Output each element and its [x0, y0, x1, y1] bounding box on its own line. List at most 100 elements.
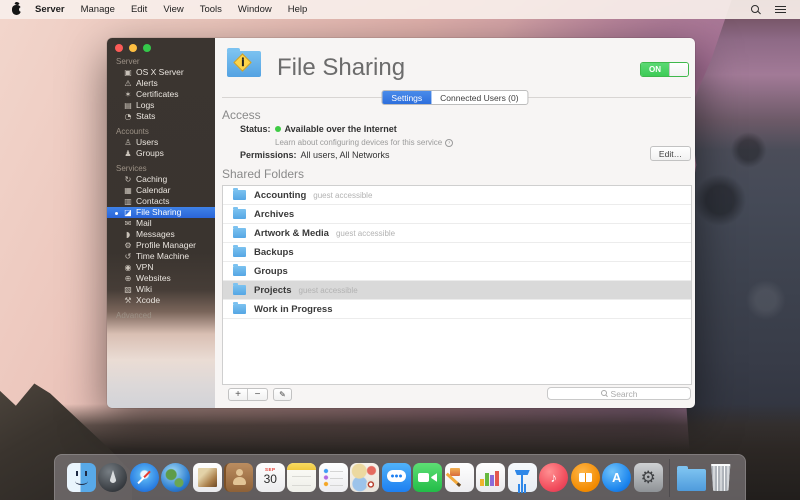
status-help-text: Learn about configuring devices for this…	[275, 138, 442, 147]
sidebar-item-vpn[interactable]: ◉VPN	[107, 262, 215, 273]
table-row-backups[interactable]: Backups	[223, 243, 691, 262]
menu-view[interactable]: View	[155, 4, 191, 15]
menu-server[interactable]: Server	[27, 4, 73, 15]
toggle-on-label: ON	[641, 63, 669, 76]
table-row-artwork-media[interactable]: Artwork & Mediaguest accessible	[223, 224, 691, 243]
dock-finder-icon[interactable]	[67, 463, 96, 492]
table-row-archives[interactable]: Archives	[223, 205, 691, 224]
sidebar-item-caching[interactable]: ↻Caching	[107, 174, 215, 185]
guest-badge: guest accessible	[299, 286, 358, 295]
dock-ibooks-icon[interactable]	[571, 463, 600, 492]
shared-folders-heading: Shared Folders	[222, 167, 304, 181]
table-row-groups[interactable]: Groups	[223, 262, 691, 281]
close-button[interactable]	[115, 44, 123, 52]
guest-badge: guest accessible	[313, 191, 372, 200]
sidebar-item-alerts[interactable]: ⚠Alerts	[107, 78, 215, 89]
caching-icon: ↻	[123, 174, 133, 185]
gauge-icon: ◔	[123, 111, 133, 122]
group-icon: ♟	[123, 148, 133, 159]
shared-folders-table: Accountingguest accessible Archives Artw…	[222, 185, 692, 385]
sidebar-section-advanced[interactable]: Advanced	[107, 311, 215, 321]
status-row: Status: Available over the Internet	[240, 124, 397, 134]
window-controls	[115, 44, 151, 52]
dock-maps-icon[interactable]	[350, 463, 379, 492]
dock-facetime-icon[interactable]	[413, 463, 442, 492]
sidebar-item-calendar[interactable]: ▦Calendar	[107, 185, 215, 196]
sidebar-item-mail[interactable]: ✉Mail	[107, 218, 215, 229]
menu-help[interactable]: Help	[280, 4, 316, 15]
sidebar-item-contacts[interactable]: ▥Contacts	[107, 196, 215, 207]
notification-center-icon[interactable]	[775, 6, 786, 14]
menu-window[interactable]: Window	[230, 4, 280, 15]
dock-itunes-icon[interactable]: ♪	[539, 463, 568, 492]
edit-permissions-button[interactable]: Edit…	[650, 146, 691, 161]
dock-downloads-folder-icon[interactable]	[677, 469, 706, 491]
tab-settings[interactable]: Settings	[382, 91, 431, 104]
folder-icon	[233, 285, 246, 295]
hammer-icon: ⚒	[123, 295, 133, 306]
minimize-button[interactable]	[129, 44, 137, 52]
dock-numbers-icon[interactable]	[476, 463, 505, 492]
sidebar-item-websites[interactable]: ⊕Websites	[107, 273, 215, 284]
dock-trash-icon[interactable]	[710, 464, 731, 491]
dock-messages-icon[interactable]	[382, 463, 411, 492]
globe-icon: ⊕	[123, 273, 133, 284]
edit-folder-button[interactable]: ✎	[273, 388, 292, 401]
help-link-icon[interactable]: ›	[445, 139, 453, 147]
menu-tools[interactable]: Tools	[192, 4, 230, 15]
dock-keynote-icon[interactable]	[508, 463, 537, 492]
dock-mail-icon[interactable]	[193, 463, 222, 492]
menu-edit[interactable]: Edit	[123, 4, 155, 15]
dock-calendar-icon[interactable]: SEP 30	[256, 463, 285, 492]
sidebar-item-time-machine[interactable]: ↺Time Machine	[107, 251, 215, 262]
sidebar-item-stats[interactable]: ◔Stats	[107, 111, 215, 122]
dock-app-store-icon[interactable]: A	[602, 463, 631, 492]
sidebar-item-groups[interactable]: ♟Groups	[107, 148, 215, 159]
time-machine-icon: ↺	[123, 251, 133, 262]
access-heading: Access	[222, 108, 261, 122]
status-value: Available over the Internet	[285, 124, 397, 134]
sidebar-item-os-x-server[interactable]: ▣OS X Server	[107, 67, 215, 78]
menu-manage[interactable]: Manage	[73, 4, 123, 15]
pedestrian-sign-icon	[233, 53, 251, 71]
walking-figure-icon	[242, 59, 244, 66]
search-icon	[601, 390, 608, 397]
table-row-projects[interactable]: Projectsguest accessible	[223, 281, 691, 300]
zoom-button[interactable]	[143, 44, 151, 52]
dock-globe-icon[interactable]	[161, 463, 190, 492]
dock-notes-icon[interactable]	[287, 463, 316, 492]
spotlight-icon[interactable]	[751, 5, 761, 15]
sidebar-item-profile-manager[interactable]: ⚙Profile Manager	[107, 240, 215, 251]
sidebar-item-file-sharing[interactable]: ◪File Sharing	[107, 207, 215, 218]
dock-contacts-icon[interactable]	[224, 463, 253, 492]
menu-bar: Server Manage Edit View Tools Window Hel…	[0, 0, 800, 19]
sidebar-item-logs[interactable]: ▤Logs	[107, 100, 215, 111]
status-green-dot	[275, 126, 281, 132]
dock-pages-icon[interactable]	[445, 463, 474, 492]
sidebar-item-certificates[interactable]: ✶Certificates	[107, 89, 215, 100]
dock-system-preferences-icon[interactable]: ⚙	[634, 463, 663, 492]
dock-launchpad-icon[interactable]	[98, 463, 127, 492]
log-icon: ▤	[123, 100, 133, 111]
apple-menu-icon[interactable]	[12, 5, 21, 15]
remove-folder-button[interactable]: −	[248, 389, 267, 400]
guest-badge: guest accessible	[336, 229, 395, 238]
search-field[interactable]: Search	[547, 387, 691, 400]
sidebar-item-users[interactable]: ♙Users	[107, 137, 215, 148]
folder-icon	[233, 247, 246, 257]
dock-safari-icon[interactable]	[130, 463, 159, 492]
dock-reminders-icon[interactable]	[319, 463, 348, 492]
megaphone-icon: ⚠	[123, 78, 133, 89]
toggle-knob	[669, 63, 688, 76]
table-row-work-in-progress[interactable]: Work in Progress	[223, 300, 691, 319]
sidebar-item-wiki[interactable]: ▧Wiki	[107, 284, 215, 295]
file-sharing-icon: ◪	[123, 207, 133, 218]
tab-bar: Settings Connected Users (0)	[381, 90, 528, 105]
add-folder-button[interactable]: +	[229, 389, 248, 400]
lock-icon: ◉	[123, 262, 133, 273]
sidebar-item-messages[interactable]: ◗Messages	[107, 229, 215, 240]
service-on-off-toggle[interactable]: ON	[640, 62, 689, 77]
sidebar-item-xcode[interactable]: ⚒Xcode	[107, 295, 215, 306]
table-row-accounting[interactable]: Accountingguest accessible	[223, 186, 691, 205]
tab-connected-users[interactable]: Connected Users (0)	[431, 91, 527, 104]
